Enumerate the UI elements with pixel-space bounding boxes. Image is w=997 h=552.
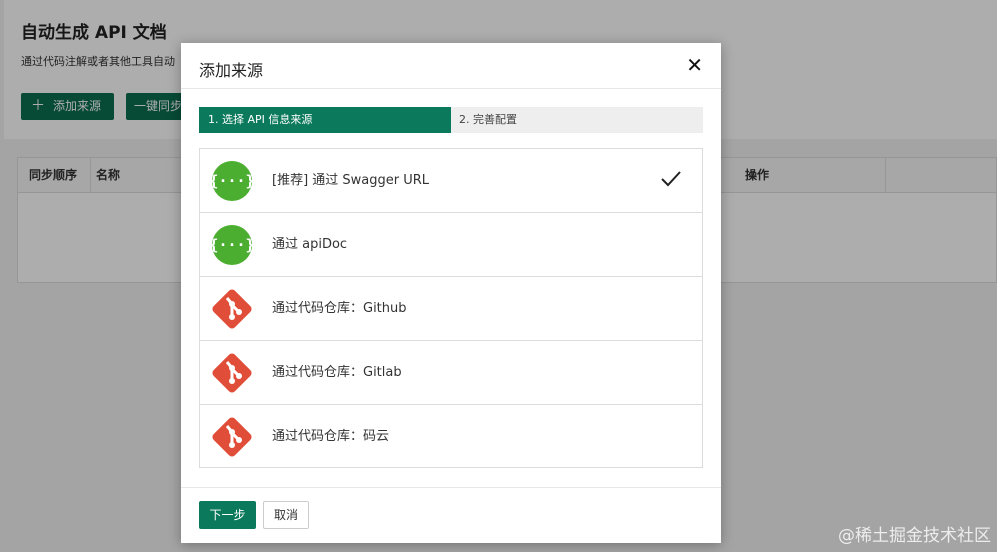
git-icon	[212, 353, 252, 393]
step-2: 2. 完善配置	[459, 113, 517, 126]
add-source-dialog: 添加来源 ✕ 1. 选择 API 信息来源 2. 完善配置 {···} [推荐]…	[181, 43, 721, 543]
divider	[181, 88, 721, 89]
svg-text:{···}: {···}	[211, 172, 253, 190]
option-swagger-url[interactable]: {···} [推荐] 通过 Swagger URL	[200, 149, 702, 213]
next-step-button[interactable]: 下一步	[199, 501, 256, 529]
option-github[interactable]: 通过代码仓库：Github	[200, 277, 702, 341]
option-label: 通过 apiDoc	[272, 237, 348, 252]
close-icon[interactable]: ✕	[686, 55, 703, 75]
option-label: 通过代码仓库：Github	[272, 301, 407, 316]
checkmark-icon	[661, 171, 681, 187]
swagger-icon: {···}	[211, 225, 253, 265]
source-options-list: {···} [推荐] 通过 Swagger URL {···} 通过 apiDo…	[199, 148, 703, 468]
option-apidoc[interactable]: {···} 通过 apiDoc	[200, 213, 702, 277]
svg-text:{···}: {···}	[211, 236, 253, 254]
option-label: [推荐] 通过 Swagger URL	[272, 173, 430, 188]
option-label: 通过代码仓库：码云	[272, 429, 390, 444]
option-gitlab[interactable]: 通过代码仓库：Gitlab	[200, 341, 702, 405]
option-label: 通过代码仓库：Gitlab	[272, 365, 402, 380]
step-1-active: 1. 选择 API 信息来源	[199, 107, 451, 133]
git-icon	[212, 417, 252, 457]
git-icon	[212, 289, 252, 329]
option-gitee[interactable]: 通过代码仓库：码云	[200, 405, 702, 469]
swagger-icon: {···}	[211, 161, 253, 201]
step-indicator: 1. 选择 API 信息来源 2. 完善配置	[199, 107, 703, 133]
cancel-button[interactable]: 取消	[263, 501, 309, 529]
dialog-title: 添加来源	[199, 61, 264, 80]
divider	[181, 487, 721, 488]
watermark: @稀土掘金技术社区	[838, 526, 991, 546]
